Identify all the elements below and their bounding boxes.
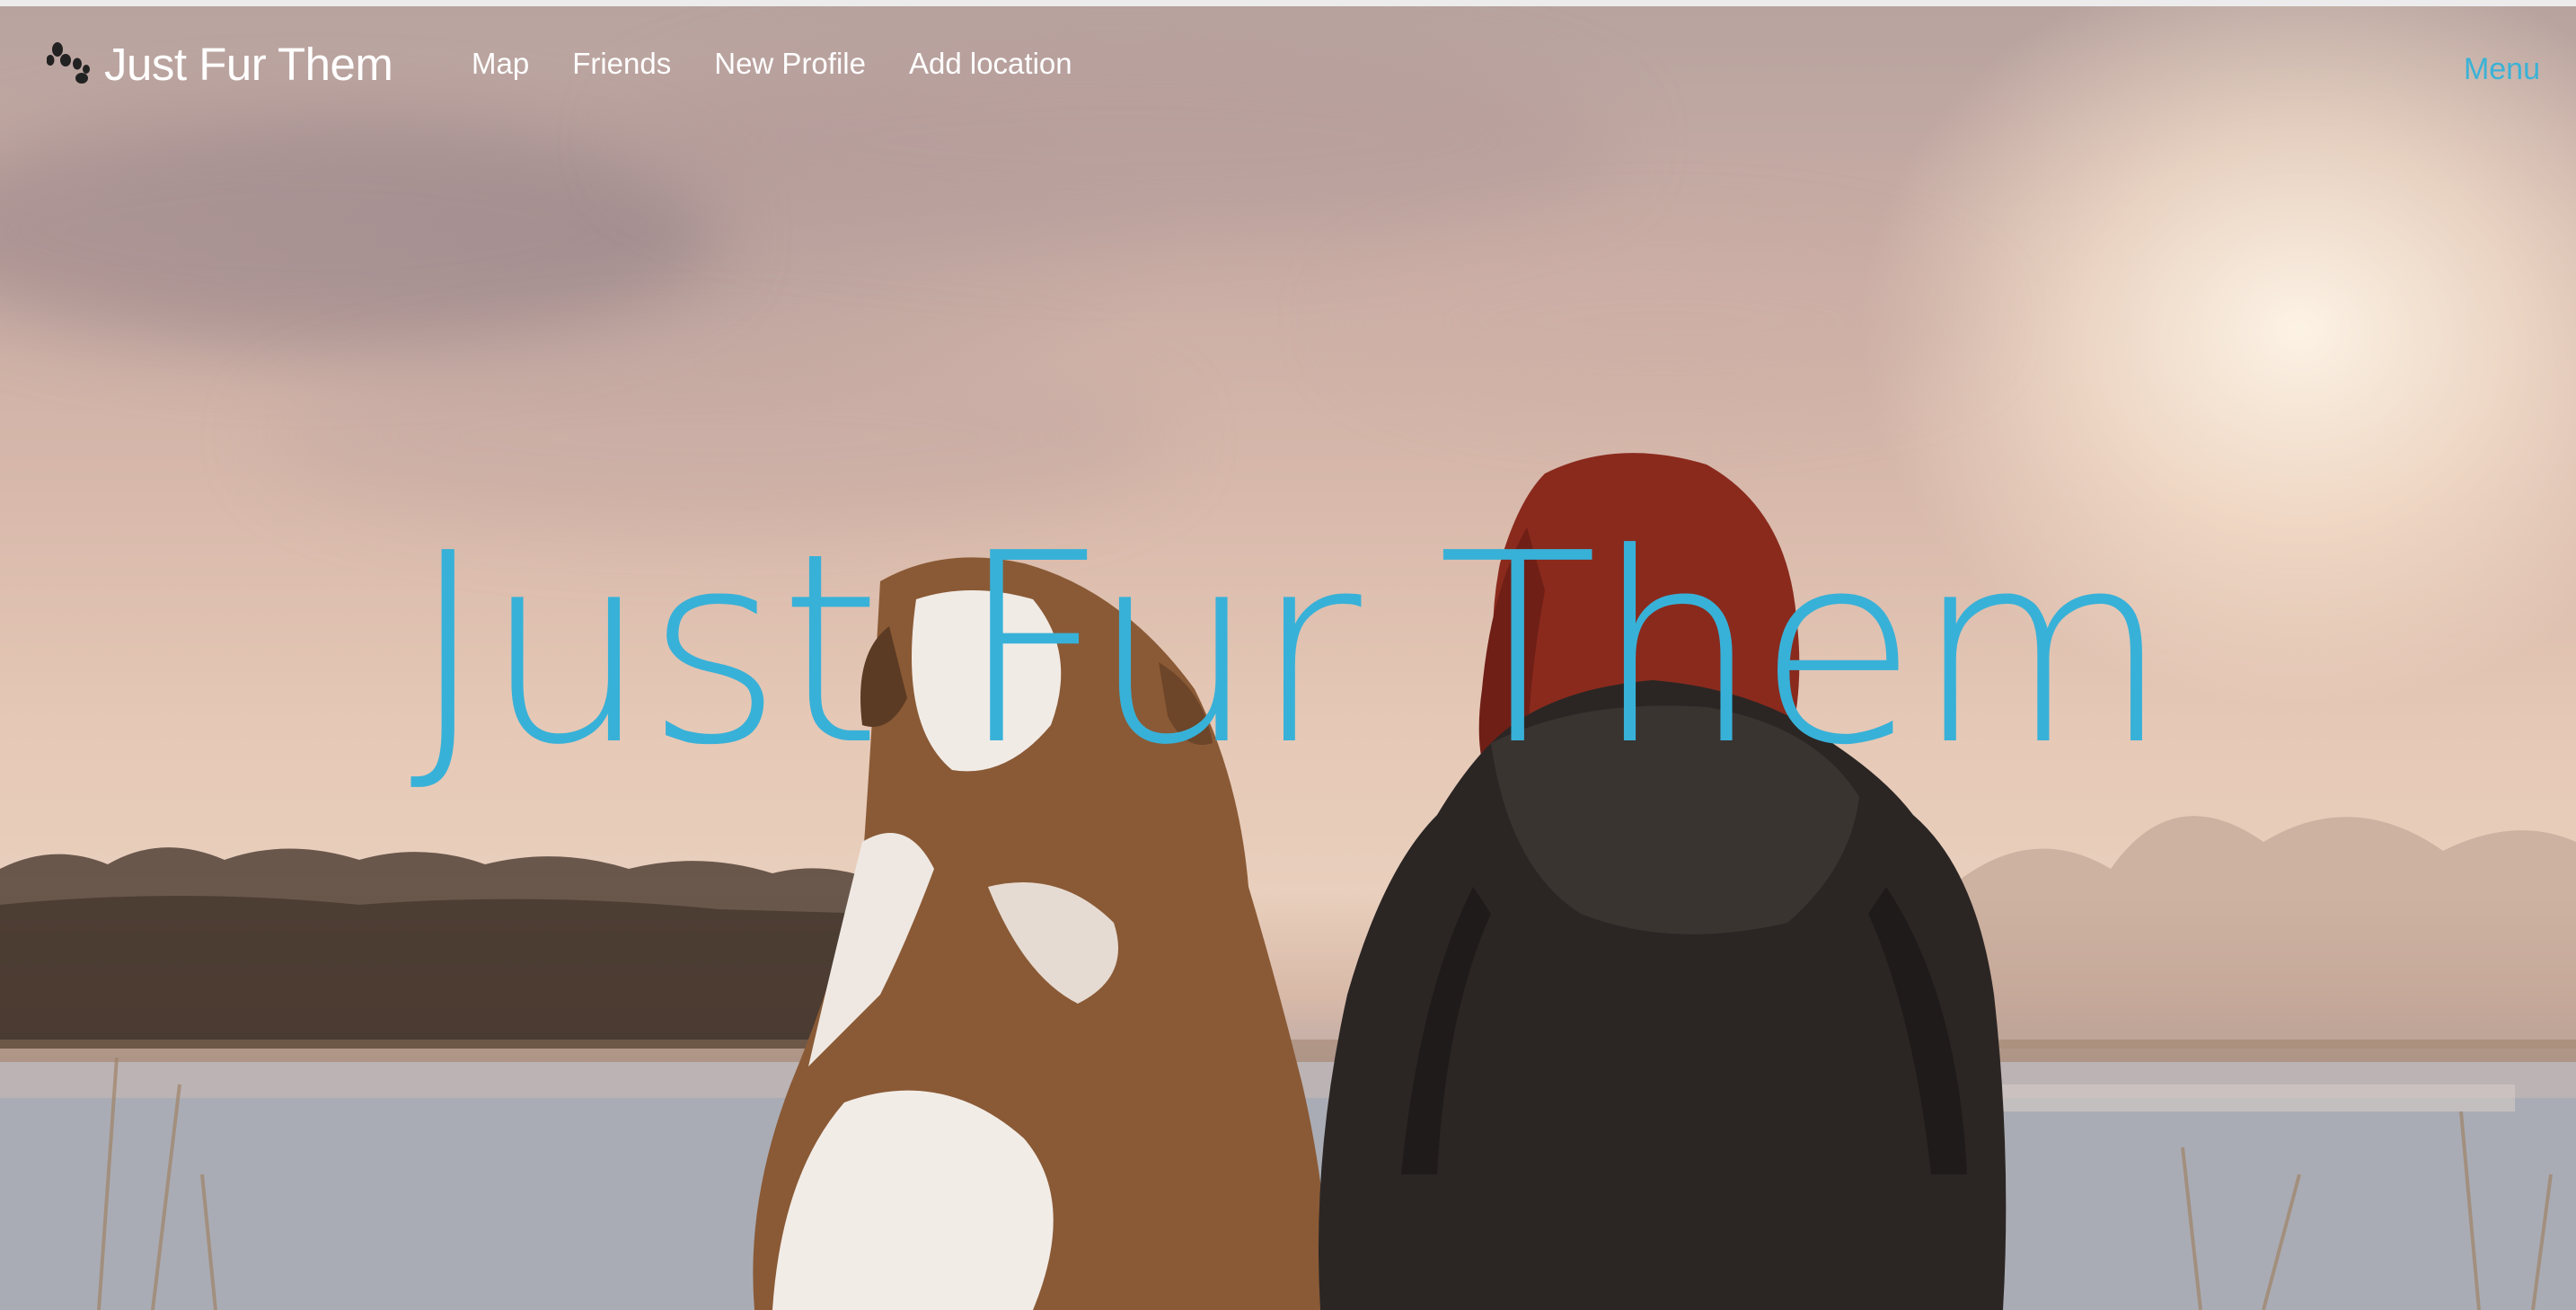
brand-name: Just Fur Them	[104, 38, 393, 90]
brand-link[interactable]: Just Fur Them	[46, 32, 393, 95]
nav-link-new-profile[interactable]: New Profile	[714, 47, 866, 81]
top-navbar: Just Fur Them Map Friends New Profile Ad…	[0, 13, 2576, 111]
paw-icon	[46, 40, 93, 87]
hero-title: Just Fur Them	[409, 497, 2170, 802]
page: Just Fur Them Map Friends New Profile Ad…	[0, 0, 2576, 1310]
nav-link-add-location[interactable]: Add location	[909, 47, 1072, 81]
main-nav: Map Friends New Profile Add location	[472, 47, 1072, 81]
nav-link-friends[interactable]: Friends	[572, 47, 671, 81]
nav-link-map[interactable]: Map	[472, 47, 529, 81]
menu-button[interactable]: Menu	[2464, 52, 2540, 87]
